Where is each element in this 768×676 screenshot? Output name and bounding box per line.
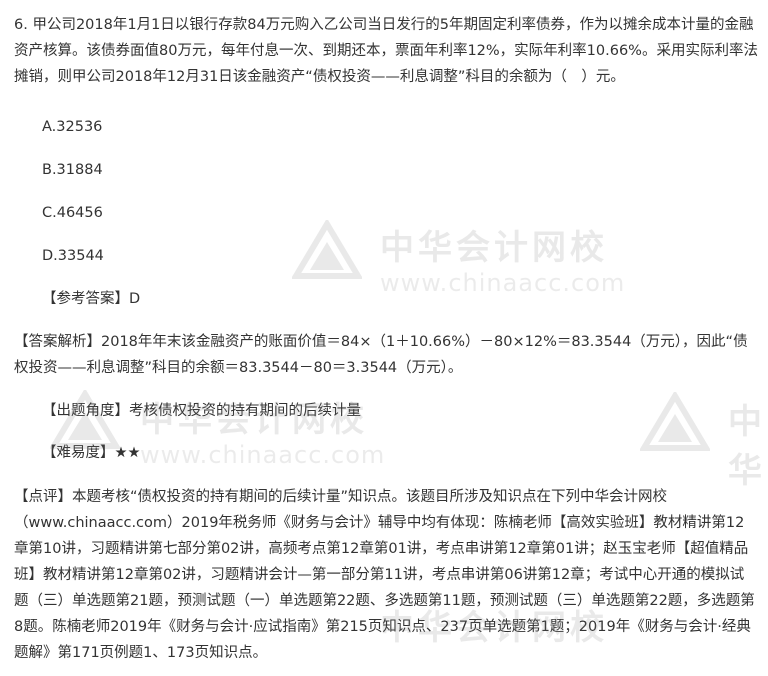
question-page: 6. 甲公司2018年1月1日以银行存款84万元购入乙公司当日发行的5年期固定利…: [0, 0, 768, 676]
option-a: A.32536: [42, 119, 103, 135]
option-c: C.46456: [42, 205, 103, 221]
watermark-emblem-icon: [290, 218, 364, 279]
watermark-cn: 中华会计网校: [380, 228, 608, 268]
answer-line: 【参考答案】D: [42, 291, 141, 307]
analysis-paragraph: 【答案解析】2018年年末该金融资产的账面价值＝84×（1＋10.66%）－80…: [14, 334, 748, 376]
watermark-logo: [290, 218, 364, 284]
angle-line: 【出题角度】考核债权投资的持有期间的后续计量: [42, 403, 361, 419]
review-paragraph: 【点评】本题考核“债权投资的持有期间的后续计量”知识点。该题目所涉及知识点在下列…: [14, 489, 755, 661]
difficulty-line: 【难易度】★★: [42, 445, 141, 461]
option-b: B.31884: [42, 162, 103, 178]
question-text: 6. 甲公司2018年1月1日以银行存款84万元购入乙公司当日发行的5年期固定利…: [14, 17, 758, 85]
option-d: D.33544: [42, 248, 104, 264]
